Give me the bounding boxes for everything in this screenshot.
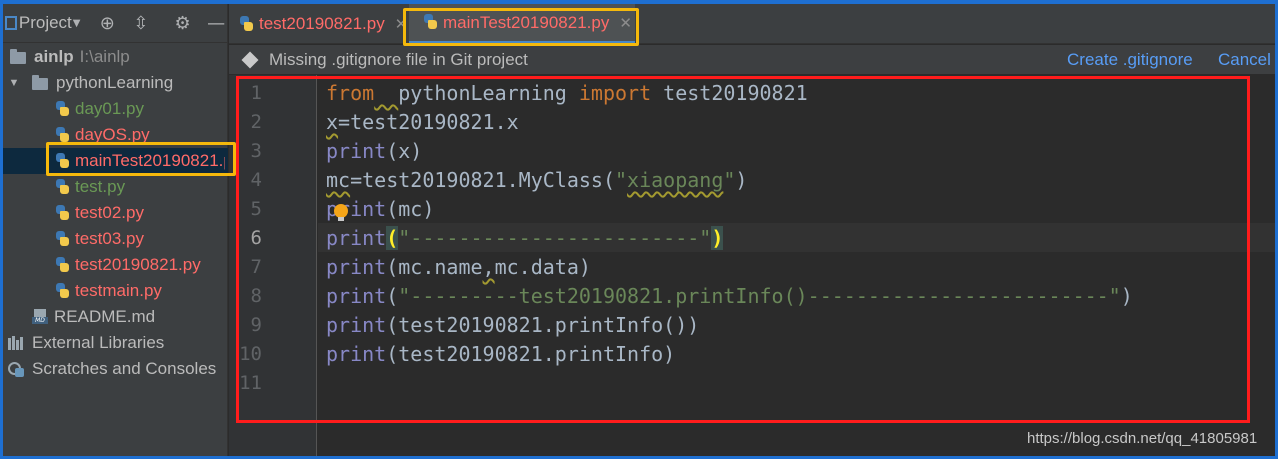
python-file-icon bbox=[55, 230, 70, 248]
tree-item-label: README.md bbox=[54, 307, 156, 326]
tree-item-label: test02.py bbox=[75, 203, 144, 222]
line-number: 10 bbox=[239, 343, 262, 365]
python-file-icon bbox=[55, 282, 70, 300]
project-tree: ainlp I:\ainlp ▼ pythonLearning day01.py… bbox=[3, 44, 228, 382]
line-number: 4 bbox=[250, 169, 262, 191]
scratches-icon bbox=[8, 361, 26, 377]
gitignore-notification: Missing .gitignore file in Git project C… bbox=[229, 45, 1275, 74]
code-line[interactable]: print(mc.name,mc.data) bbox=[326, 253, 591, 282]
tree-item-label: testmain.py bbox=[75, 281, 162, 300]
python-file-icon bbox=[239, 15, 254, 33]
code-line[interactable]: mc=test20190821.MyClass("xiaopang") bbox=[326, 166, 747, 195]
tree-item-label: Scratches and Consoles bbox=[32, 359, 217, 378]
locate-file-icon[interactable]: ⊕ bbox=[96, 13, 118, 34]
line-number: 5 bbox=[250, 198, 262, 220]
markdown-file-icon: MD bbox=[32, 309, 49, 325]
line-number: 7 bbox=[250, 256, 262, 278]
python-file-icon bbox=[55, 126, 70, 144]
close-icon[interactable]: ✕ bbox=[619, 14, 632, 32]
watermark: https://blog.csdn.net/qq_41805981 bbox=[1027, 430, 1258, 447]
tree-item-test[interactable]: test.py bbox=[3, 174, 228, 200]
tree-item-label: dayOS.py bbox=[75, 125, 150, 144]
folder-icon bbox=[10, 49, 26, 64]
tree-item-readme[interactable]: MD README.md bbox=[3, 304, 228, 330]
code-line[interactable]: x=test20190821.x bbox=[326, 108, 519, 137]
libraries-icon bbox=[8, 336, 26, 350]
tree-item-label: test20190821.py bbox=[75, 255, 201, 274]
tree-item-path: I:\ainlp bbox=[79, 47, 130, 66]
line-number: 8 bbox=[250, 285, 262, 307]
tree-item-ainlp[interactable]: ainlp I:\ainlp bbox=[3, 44, 228, 70]
python-file-icon bbox=[55, 152, 70, 170]
line-number-current: 6 bbox=[250, 227, 262, 249]
tree-item-test02[interactable]: test02.py bbox=[3, 200, 228, 226]
intention-bulb-icon[interactable] bbox=[334, 204, 348, 221]
tree-item-test20190821[interactable]: test20190821.py bbox=[3, 252, 228, 278]
tab-label: test20190821.py bbox=[259, 14, 385, 33]
code-line[interactable]: print(x) bbox=[326, 137, 422, 166]
project-toolbar: Project ▼ ⊕ ⇳ ⚙ — bbox=[3, 4, 227, 43]
python-file-icon bbox=[423, 14, 438, 31]
hide-panel-icon[interactable]: — bbox=[205, 13, 227, 34]
expand-arrow-icon[interactable]: ▼ bbox=[6, 77, 22, 89]
tree-item-label: test.py bbox=[75, 177, 126, 196]
collapse-all-icon[interactable]: ⇳ bbox=[130, 13, 152, 34]
tab-test20190821[interactable]: test20190821.py ✕ bbox=[239, 4, 407, 44]
project-panel: Project ▼ ⊕ ⇳ ⚙ — ainlp I:\ainlp ▼ pytho… bbox=[3, 4, 228, 456]
tab-maintest20190821[interactable]: mainTest20190821.py ✕ bbox=[409, 4, 635, 44]
tree-item-external-libraries[interactable]: External Libraries bbox=[3, 330, 228, 356]
code-line[interactable]: print(test20190821.printInfo) bbox=[326, 340, 675, 369]
notification-message: Missing .gitignore file in Git project bbox=[269, 49, 528, 69]
close-icon[interactable]: ✕ bbox=[395, 15, 408, 33]
line-number: 1 bbox=[250, 82, 262, 104]
line-number: 11 bbox=[239, 372, 262, 394]
python-file-icon bbox=[55, 178, 70, 196]
tree-item-label: pythonLearning bbox=[56, 73, 174, 92]
folder-icon bbox=[32, 75, 48, 90]
tree-item-label: test03.py bbox=[75, 229, 144, 248]
cancel-link[interactable]: Cancel bbox=[1218, 50, 1271, 70]
code-line[interactable]: print("---------test20190821.printInfo()… bbox=[326, 282, 1133, 311]
gear-icon[interactable]: ⚙ bbox=[172, 13, 194, 34]
view-dropdown-icon[interactable]: ▼ bbox=[73, 18, 81, 29]
line-number: 3 bbox=[250, 140, 262, 162]
tree-item-label: External Libraries bbox=[32, 333, 165, 352]
tree-item-label: day01.py bbox=[75, 99, 144, 118]
tree-item-label: mainTest20190821.py bbox=[75, 151, 225, 170]
code-line[interactable]: from pythonLearning import test20190821 bbox=[326, 79, 808, 108]
project-view-icon bbox=[5, 16, 17, 30]
tab-label: mainTest20190821.py bbox=[443, 12, 610, 32]
python-file-icon bbox=[55, 204, 70, 222]
code-line-current[interactable]: print("------------------------") bbox=[326, 224, 724, 253]
tree-item-scratches[interactable]: Scratches and Consoles bbox=[3, 356, 228, 382]
code-line[interactable]: print(test20190821.printInfo()) bbox=[326, 311, 699, 340]
tree-item-maintest20190821[interactable]: mainTest20190821.py bbox=[3, 148, 228, 174]
editor-tab-bar: test20190821.py ✕ mainTest20190821.py ✕ bbox=[229, 4, 1275, 44]
line-number: 9 bbox=[250, 314, 262, 336]
project-panel-title[interactable]: Project bbox=[19, 13, 72, 33]
tree-item-test03[interactable]: test03.py bbox=[3, 226, 228, 252]
python-file-icon bbox=[55, 100, 70, 118]
tree-item-pythonlearning[interactable]: ▼ pythonLearning bbox=[3, 70, 228, 96]
python-file-icon bbox=[55, 256, 70, 274]
git-icon bbox=[241, 51, 259, 68]
tree-item-dayos[interactable]: dayOS.py bbox=[3, 122, 228, 148]
tree-item-day01[interactable]: day01.py bbox=[3, 96, 228, 122]
tree-item-label: ainlp bbox=[34, 47, 74, 66]
create-gitignore-link[interactable]: Create .gitignore bbox=[1067, 50, 1193, 70]
code-editor[interactable]: 1 2 3 4 5 6 7 8 9 10 11 from pythonLearn… bbox=[229, 75, 1275, 456]
line-number-gutter: 1 2 3 4 5 6 7 8 9 10 11 bbox=[229, 75, 317, 456]
tree-item-testmain[interactable]: testmain.py bbox=[3, 278, 228, 304]
line-number: 2 bbox=[250, 111, 262, 133]
